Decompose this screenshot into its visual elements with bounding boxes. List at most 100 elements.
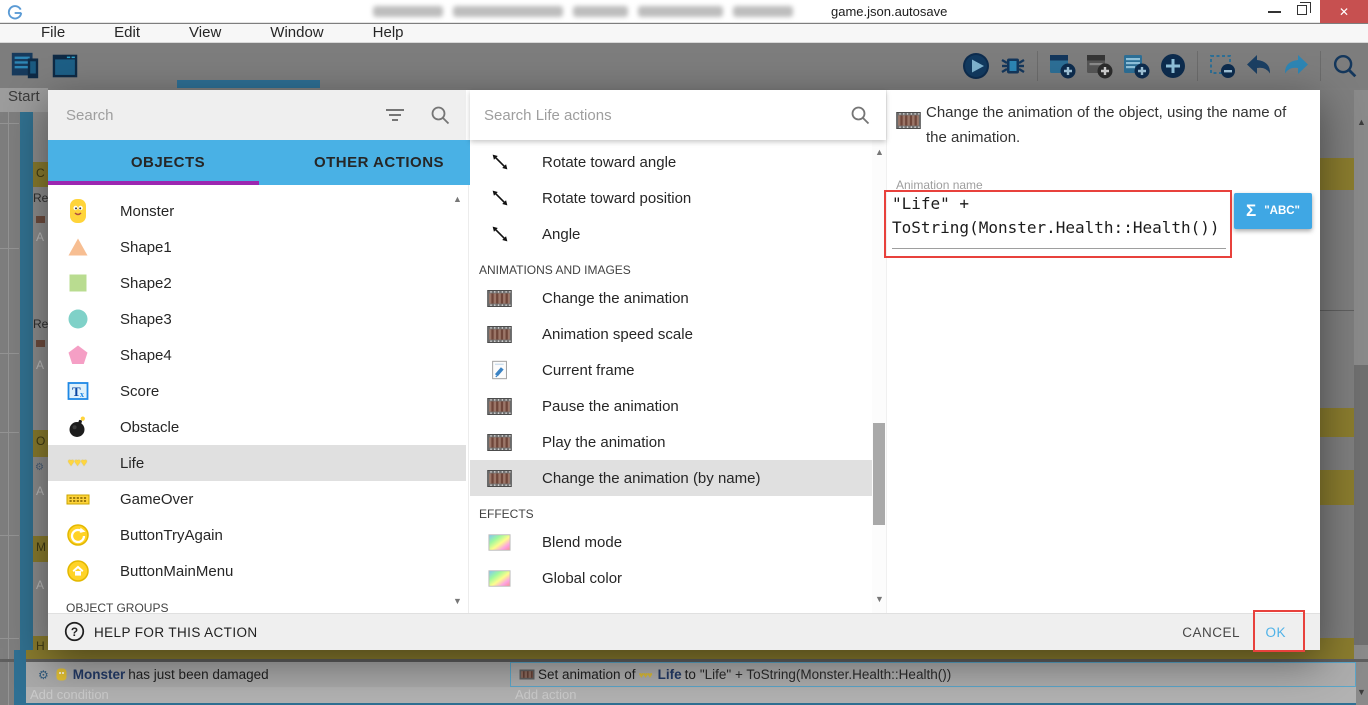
add-external-events-icon[interactable] xyxy=(1082,49,1116,83)
action-list-item[interactable]: Rotate toward position xyxy=(470,180,886,216)
scroll-up-icon[interactable]: ▲ xyxy=(1357,118,1366,127)
square-icon xyxy=(64,271,91,295)
menu-item[interactable]: Help xyxy=(334,24,414,43)
debug-icon[interactable] xyxy=(996,49,1030,83)
retry-button-icon xyxy=(64,523,91,547)
add-object-icon[interactable] xyxy=(1045,49,1079,83)
add-condition-button[interactable]: Add condition xyxy=(30,687,109,702)
menu-item[interactable]: Window xyxy=(231,24,333,43)
circle-icon xyxy=(64,307,91,331)
film-icon xyxy=(486,433,513,451)
redacted-title-blur xyxy=(373,6,793,17)
cancel-button[interactable]: CANCEL xyxy=(1182,614,1240,651)
object-search-input[interactable] xyxy=(48,90,348,140)
action-list-item[interactable]: Blend mode xyxy=(470,524,886,560)
film-icon xyxy=(486,469,513,487)
scrollbar-thumb[interactable] xyxy=(873,423,885,525)
toolbar-left-icons xyxy=(8,49,82,83)
tab[interactable]: OBJECTS xyxy=(48,140,259,185)
object-list-item[interactable]: Shape1 xyxy=(48,229,466,265)
section-header: EFFECTS xyxy=(479,507,534,521)
events-sheet-bottom: ⚙ Monster has just been damaged Set anim… xyxy=(0,650,1368,705)
action-list-item[interactable]: Change the animation xyxy=(470,280,886,316)
minimize-button[interactable] xyxy=(1268,11,1281,13)
events-scrollbar[interactable]: ▲ ▼ xyxy=(1354,90,1368,705)
pentagon-icon xyxy=(64,343,91,367)
object-list-item[interactable]: Shape2 xyxy=(48,265,466,301)
ok-button[interactable]: OK xyxy=(1265,614,1286,651)
window-title: game.json.autosave xyxy=(831,4,948,19)
object-list-item[interactable]: Tx Score xyxy=(48,373,466,409)
effect-icon xyxy=(486,569,513,587)
action-list-item[interactable]: Current frame xyxy=(470,352,886,388)
event-indent-bar xyxy=(20,112,33,705)
monster-icon xyxy=(64,198,91,224)
action-list-item[interactable]: Change the animation (by name) xyxy=(470,460,886,496)
scroll-down-icon[interactable]: ▼ xyxy=(875,595,884,604)
play-icon[interactable] xyxy=(959,49,993,83)
restore-button[interactable] xyxy=(1297,2,1311,15)
scene-tab[interactable]: Start xyxy=(0,88,48,112)
action-list-item[interactable]: Rotate toward angle xyxy=(470,144,886,180)
scene-editor-icon[interactable] xyxy=(48,49,82,83)
action-cell-selected[interactable]: Set animation of ♥♥♥ Life to "Life" + To… xyxy=(510,662,1356,687)
scroll-up-icon[interactable]: ▲ xyxy=(875,148,884,157)
action-search-input[interactable] xyxy=(470,90,810,140)
expression-line: "Life" + xyxy=(892,194,970,213)
object-list-item[interactable]: Shape3 xyxy=(48,301,466,337)
action-list-item[interactable]: Animation speed scale xyxy=(470,316,886,352)
scrollbar-thumb[interactable] xyxy=(1354,365,1368,645)
menu-item[interactable]: Edit xyxy=(75,24,150,43)
title-bar: game.json.autosave ✕ xyxy=(0,0,1368,23)
menu-item[interactable]: File xyxy=(2,24,75,43)
object-list-item[interactable]: ♥♥♥ Life xyxy=(48,445,466,481)
mini-gear-icon: ⚙ xyxy=(35,462,44,473)
object-list-item[interactable]: ButtonTryAgain xyxy=(48,517,466,553)
action-list-item[interactable]: Pause the animation xyxy=(470,388,886,424)
project-manager-icon[interactable] xyxy=(8,49,42,83)
action-list-item[interactable]: Angle xyxy=(470,216,886,252)
object-list-item[interactable]: GameOver xyxy=(48,481,466,517)
search-icon[interactable] xyxy=(850,105,870,130)
condition-object-name: Monster xyxy=(72,667,126,682)
condition-cell[interactable]: ⚙ Monster has just been damaged xyxy=(26,662,510,687)
home-button-icon xyxy=(64,559,91,583)
expression-editor-button[interactable]: Σ "ABC" xyxy=(1234,193,1312,229)
menu-item[interactable]: View xyxy=(150,24,231,43)
add-action-button[interactable]: Add action xyxy=(515,687,576,702)
object-list-item[interactable]: Monster xyxy=(48,193,466,229)
remove-instance-icon[interactable] xyxy=(1205,49,1239,83)
mini-action-icon xyxy=(36,216,45,223)
object-list-item[interactable]: ButtonMainMenu xyxy=(48,553,466,589)
comment-row-partial xyxy=(26,650,1354,659)
rotate-icon xyxy=(486,151,513,173)
triangle-icon xyxy=(64,235,91,259)
help-button[interactable]: ? HELP FOR THIS ACTION xyxy=(64,614,258,651)
tab[interactable]: OTHER ACTIONS xyxy=(259,140,470,185)
field-label: Animation name xyxy=(896,178,983,192)
hearts-icon: ♥♥♥ xyxy=(67,457,88,469)
scroll-down-icon[interactable]: ▼ xyxy=(453,596,462,606)
object-list-item[interactable]: Shape4 xyxy=(48,337,466,373)
close-button[interactable]: ✕ xyxy=(1320,0,1368,23)
filter-icon[interactable] xyxy=(385,107,405,128)
app-window: game.json.autosave ✕ File Edit View Window H… xyxy=(0,0,1368,705)
add-comment-icon[interactable] xyxy=(1119,49,1153,83)
action-list-item[interactable]: Play the animation xyxy=(470,424,886,460)
search-icon[interactable] xyxy=(1328,49,1362,83)
rotate-icon xyxy=(486,223,513,245)
add-event-icon[interactable] xyxy=(1156,49,1190,83)
scroll-up-icon[interactable]: ▲ xyxy=(453,194,462,204)
event-indent-bar xyxy=(14,650,26,705)
action-list-item[interactable]: Global color xyxy=(470,560,886,596)
sigma-icon: Σ xyxy=(1245,201,1257,220)
effect-icon xyxy=(486,533,513,551)
actions-scrollbar[interactable]: ▲ ▼ xyxy=(872,140,886,613)
redo-icon[interactable] xyxy=(1279,49,1313,83)
object-list-item[interactable]: Obstacle xyxy=(48,409,466,445)
animation-name-field[interactable]: "Life" + ToString(Monster.Health::Health… xyxy=(892,192,1226,249)
search-icon[interactable] xyxy=(430,105,450,130)
film-icon xyxy=(896,112,921,134)
event-row: ⚙ Monster has just been damaged Set anim… xyxy=(26,662,1356,687)
undo-icon[interactable] xyxy=(1242,49,1276,83)
